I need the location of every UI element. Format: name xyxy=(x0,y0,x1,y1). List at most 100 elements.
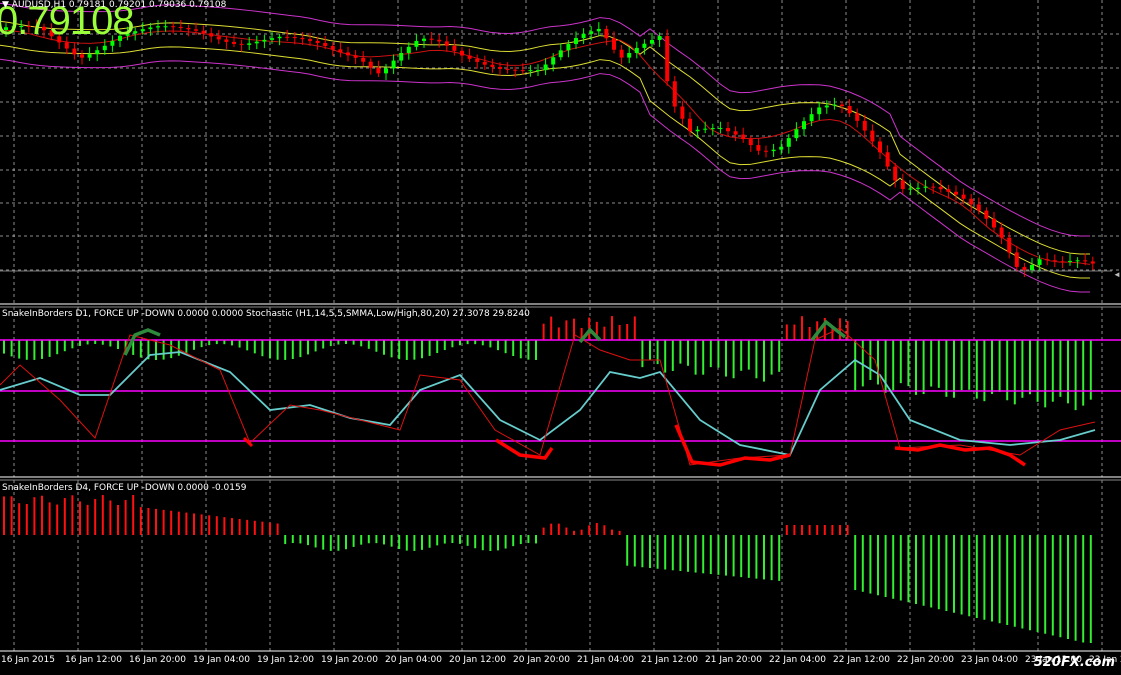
bear-candle xyxy=(748,139,753,146)
bull-candle xyxy=(634,47,639,54)
bull-candle xyxy=(1075,260,1080,262)
time-axis-label: 20 Jan 20:00 xyxy=(513,655,570,665)
time-axis-label: 16 Jan 2015 xyxy=(1,655,55,665)
bear-candle xyxy=(186,28,191,30)
bull-candle xyxy=(627,53,632,58)
bear-candle xyxy=(604,28,609,39)
time-axis-label: 16 Jan 20:00 xyxy=(129,655,186,665)
time-axis-label: 19 Jan 20:00 xyxy=(321,655,378,665)
bear-candle xyxy=(216,36,221,40)
bear-candle xyxy=(346,52,350,56)
bear-candle xyxy=(178,26,183,29)
bull-candle xyxy=(650,39,654,44)
bull-candle xyxy=(1030,264,1034,271)
bull-candle xyxy=(566,43,571,51)
bear-candle xyxy=(72,48,77,55)
bull-candle xyxy=(596,28,601,32)
bear-candle xyxy=(239,43,244,45)
price-marker-icon: ◄ xyxy=(1113,270,1121,279)
bear-candle xyxy=(300,37,305,40)
bull-candle xyxy=(809,114,814,122)
bull-candle xyxy=(574,38,578,44)
time-axis-label: 19 Jan 12:00 xyxy=(257,655,314,665)
bull-candle xyxy=(254,41,259,44)
bear-candle xyxy=(847,106,852,114)
bull-candle xyxy=(270,38,274,40)
bear-candle xyxy=(376,67,381,74)
time-axis-label: 21 Jan 20:00 xyxy=(705,655,762,665)
bear-candle xyxy=(80,54,84,58)
bear-candle xyxy=(201,30,206,34)
bear-candle xyxy=(900,180,905,189)
bear-candle xyxy=(429,38,434,40)
time-axis-label: 22 Jan 20:00 xyxy=(897,655,954,665)
bull-candle xyxy=(95,50,100,55)
bull-candle xyxy=(916,187,920,189)
bear-candle xyxy=(368,61,373,68)
bear-candle xyxy=(862,120,867,131)
bear-candle xyxy=(520,70,525,72)
bull-candle xyxy=(156,26,160,28)
bear-candle xyxy=(209,33,214,37)
bear-candle xyxy=(498,67,502,69)
bull-candle xyxy=(817,107,822,115)
bull-candle xyxy=(406,46,411,53)
indicator1-label: SnakeInBorders D1, FORCE UP -DOWN 0.0000… xyxy=(2,309,530,319)
bear-candle xyxy=(232,41,236,44)
bear-candle xyxy=(308,39,312,41)
chart-canvas[interactable] xyxy=(0,0,1121,675)
bear-candle xyxy=(194,29,198,31)
bear-candle xyxy=(437,39,442,42)
time-axis-label: 21 Jan 12:00 xyxy=(641,655,698,665)
bear-candle xyxy=(171,26,176,28)
bear-candle xyxy=(1052,260,1057,262)
time-axis-label: 23 Jan 04:00 xyxy=(961,655,1018,665)
bull-candle xyxy=(703,128,708,130)
bull-candle xyxy=(262,39,267,42)
bear-candle xyxy=(1083,260,1088,262)
bull-candle xyxy=(923,186,928,188)
time-axis-label: 20 Jan 04:00 xyxy=(385,655,442,665)
bear-candle xyxy=(505,68,510,70)
bull-candle xyxy=(771,149,776,152)
bear-candle xyxy=(1007,237,1012,253)
bear-candle xyxy=(984,210,989,219)
bear-candle xyxy=(733,131,738,135)
bear-candle xyxy=(688,118,692,132)
bear-candle xyxy=(323,43,328,46)
time-axis-label: 16 Jan 12:00 xyxy=(65,655,122,665)
bull-candle xyxy=(399,52,404,61)
bull-candle xyxy=(558,50,563,58)
bull-candle xyxy=(247,43,252,45)
time-axis-label: 20 Jan 12:00 xyxy=(449,655,506,665)
bull-candle xyxy=(695,129,700,132)
bear-candle xyxy=(961,194,966,199)
bear-candle xyxy=(361,57,366,62)
bull-candle xyxy=(824,105,829,108)
bull-candle xyxy=(642,43,647,48)
bear-candle xyxy=(741,134,746,140)
bear-candle xyxy=(315,40,320,44)
bull-candle xyxy=(551,57,556,65)
watermark: 520FX.com xyxy=(1033,655,1115,670)
bear-candle xyxy=(893,166,898,181)
bull-candle xyxy=(422,38,426,41)
indicator2-label: SnakeInBorders D4, FORCE UP -DOWN 0.0000… xyxy=(2,483,247,493)
bear-candle xyxy=(353,55,358,58)
bull-candle xyxy=(391,60,396,69)
bear-candle xyxy=(938,186,943,190)
bull-candle xyxy=(414,40,419,47)
bear-candle xyxy=(285,36,290,38)
bear-candle xyxy=(460,50,464,56)
bull-candle xyxy=(1037,259,1042,265)
bear-candle xyxy=(946,189,951,192)
bull-candle xyxy=(277,36,282,39)
bull-candle xyxy=(148,27,153,30)
bear-candle xyxy=(976,204,981,211)
bear-candle xyxy=(292,37,297,39)
bear-candle xyxy=(764,150,768,152)
bull-candle xyxy=(581,33,586,39)
bull-candle xyxy=(718,128,723,130)
bear-candle xyxy=(855,113,860,121)
bear-candle xyxy=(513,69,518,71)
